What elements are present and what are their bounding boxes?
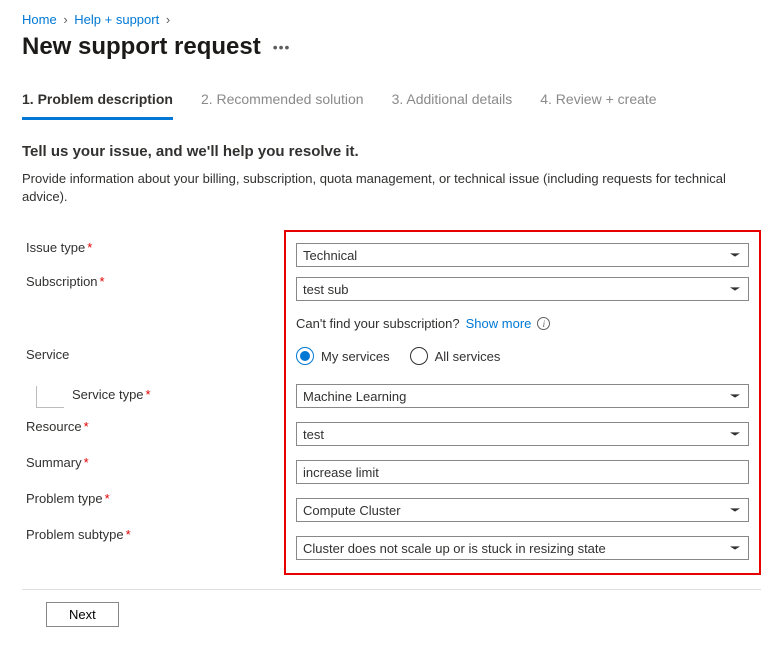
tree-connector-icon: [36, 386, 64, 408]
required-icon: *: [126, 527, 131, 542]
more-actions-button[interactable]: •••: [273, 39, 291, 55]
label-summary: Summary: [26, 455, 82, 470]
chevron-down-icon: [730, 433, 740, 436]
chevron-right-icon: ›: [166, 12, 170, 27]
service-type-dropdown[interactable]: Machine Learning: [296, 384, 749, 408]
problem-subtype-dropdown[interactable]: Cluster does not scale up or is stuck in…: [296, 536, 749, 560]
required-icon: *: [100, 274, 105, 289]
label-problem-type: Problem type: [26, 491, 103, 506]
highlighted-fields-region: Technical test sub Can't find your subsc…: [284, 230, 761, 575]
resource-value: test: [303, 427, 324, 442]
radio-all-services[interactable]: All services: [410, 347, 501, 365]
tab-problem-description[interactable]: 1. Problem description: [22, 91, 173, 120]
chevron-down-icon: [730, 254, 740, 257]
chevron-down-icon: [730, 288, 740, 291]
subscription-dropdown[interactable]: test sub: [296, 277, 749, 301]
tab-review-create[interactable]: 4. Review + create: [540, 91, 656, 120]
chevron-down-icon: [730, 547, 740, 550]
section-heading: Tell us your issue, and we'll help you r…: [22, 143, 761, 160]
service-scope-radio-group: My services All services: [292, 343, 753, 379]
problem-type-dropdown[interactable]: Compute Cluster: [296, 498, 749, 522]
problem-type-value: Compute Cluster: [303, 503, 401, 518]
resource-dropdown[interactable]: test: [296, 422, 749, 446]
show-more-link[interactable]: Show more: [466, 316, 532, 331]
radio-my-services[interactable]: My services: [296, 347, 390, 365]
label-issue-type: Issue type: [26, 240, 85, 255]
tab-additional-details[interactable]: 3. Additional details: [392, 91, 513, 120]
label-problem-subtype: Problem subtype: [26, 527, 124, 542]
required-icon: *: [84, 455, 89, 470]
info-icon[interactable]: i: [537, 317, 550, 330]
chevron-down-icon: [730, 509, 740, 512]
breadcrumb-home[interactable]: Home: [22, 12, 57, 27]
label-subscription: Subscription: [26, 274, 98, 289]
required-icon: *: [84, 419, 89, 434]
problem-subtype-value: Cluster does not scale up or is stuck in…: [303, 541, 606, 556]
tabs: 1. Problem description 2. Recommended so…: [22, 91, 761, 121]
section-description: Provide information about your billing, …: [22, 170, 761, 206]
next-button[interactable]: Next: [46, 602, 119, 627]
required-icon: *: [87, 240, 92, 255]
tab-recommended-solution[interactable]: 2. Recommended solution: [201, 91, 364, 120]
page-title: New support request: [22, 33, 261, 61]
summary-value: increase limit: [303, 465, 379, 480]
summary-input[interactable]: increase limit: [296, 460, 749, 484]
subscription-helper: Can't find your subscription? Show more …: [292, 306, 753, 343]
service-type-value: Machine Learning: [303, 389, 406, 404]
chevron-right-icon: ›: [63, 12, 67, 27]
label-resource: Resource: [26, 419, 82, 434]
breadcrumb-help[interactable]: Help + support: [74, 12, 159, 27]
issue-type-dropdown[interactable]: Technical: [296, 243, 749, 267]
radio-all-services-label: All services: [435, 349, 501, 364]
helper-text: Can't find your subscription?: [296, 316, 460, 331]
radio-my-services-label: My services: [321, 349, 390, 364]
required-icon: *: [146, 387, 151, 402]
chevron-down-icon: [730, 395, 740, 398]
issue-type-value: Technical: [303, 248, 357, 263]
label-service: Service: [26, 347, 69, 362]
label-service-type: Service type: [72, 387, 144, 402]
subscription-value: test sub: [303, 282, 349, 297]
required-icon: *: [105, 491, 110, 506]
breadcrumb: Home › Help + support ›: [22, 12, 761, 27]
